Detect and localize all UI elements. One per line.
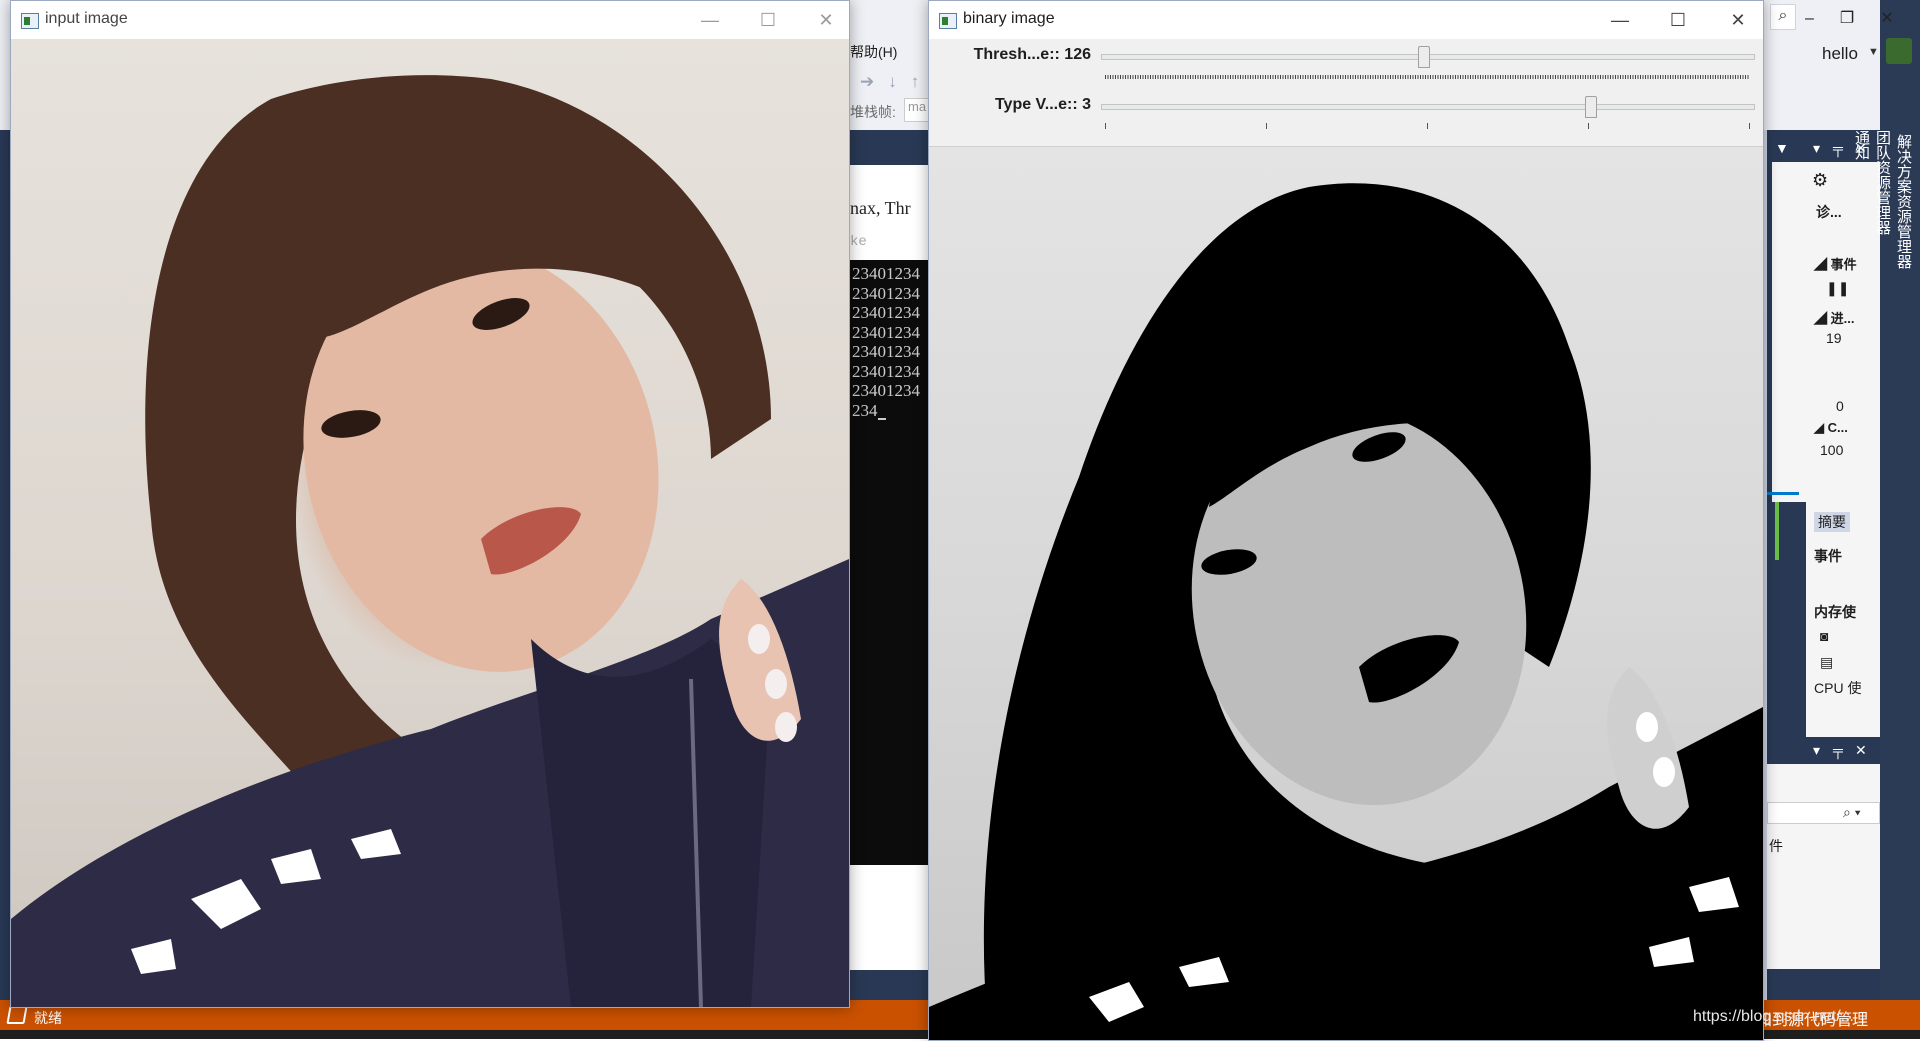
summary-memory-label: 内存使 xyxy=(1814,604,1856,620)
search-icon[interactable]: ⌕ ▾ xyxy=(1843,804,1861,821)
vs-search-icon[interactable]: ⌕ xyxy=(1770,4,1796,30)
threshold-trackbar-ticks xyxy=(1105,75,1749,79)
maximize-button[interactable]: ☐ xyxy=(1655,1,1701,39)
vs-debug-toolbar-icons[interactable]: ➔↓↑ xyxy=(860,72,933,92)
panel-menu-icon[interactable]: ▾ xyxy=(1813,742,1820,759)
binary-window-title: binary image xyxy=(963,10,1055,27)
tab-summary[interactable]: 摘要 xyxy=(1814,512,1850,532)
console-line: 23401234 xyxy=(852,381,920,400)
vs-editor-fragment-lower xyxy=(850,865,930,970)
fingernail xyxy=(775,712,797,742)
trackbar-tick xyxy=(1105,123,1106,129)
cpu-value-top: 100 xyxy=(1820,442,1844,458)
input-window-titlebar[interactable]: input image — ☐ ✕ xyxy=(11,1,849,39)
console-window: 23401234 23401234 23401234 23401234 2340… xyxy=(850,260,930,865)
close-button[interactable]: ✕ xyxy=(1715,1,1761,39)
vs-left-edge xyxy=(0,130,10,1000)
window-app-icon xyxy=(21,13,39,29)
panel-menu-icon[interactable]: ▾ xyxy=(1813,140,1820,157)
console-line: 23401234 xyxy=(852,322,920,342)
type-trackbar-label: Type V...e:: 3 xyxy=(994,96,1091,113)
maximize-button[interactable]: ☐ xyxy=(745,1,791,39)
pin-icon[interactable]: ╤ xyxy=(1833,742,1843,758)
console-last-line: 234 xyxy=(852,400,878,420)
console-line: 234 xyxy=(850,400,930,420)
threshold-trackbar-thumb[interactable] xyxy=(1418,46,1431,68)
pin-icon[interactable]: ╤ xyxy=(1833,140,1843,156)
cpu-section-header[interactable]: ◢ C... xyxy=(1814,420,1920,436)
input-photo-shapes xyxy=(11,75,849,1007)
trackbar-tick xyxy=(1749,123,1750,129)
vs-code-fragment: nax, Thr xyxy=(850,198,911,218)
minimize-button[interactable]: — xyxy=(1597,1,1643,39)
window-app-icon xyxy=(939,13,957,29)
vs-stack-frame-label: 堆栈帧: xyxy=(850,104,896,120)
threshold-trackbar-label: Thresh...e:: 126 xyxy=(973,46,1091,63)
status-text: 就绪 xyxy=(34,1010,62,1026)
lower-tool-panel-header[interactable]: ▾ ╤ ✕ xyxy=(1767,740,1880,764)
status-icon xyxy=(6,1006,28,1024)
binary-image-window[interactable]: binary image — ☐ ✕ Thresh...e:: 126 Type… xyxy=(928,0,1764,1041)
input-image-window[interactable]: input image — ☐ ✕ xyxy=(10,0,850,1008)
vs-user-name[interactable]: hello xyxy=(1822,44,1858,64)
input-photo xyxy=(11,39,849,1007)
tab-team-explorer[interactable]: 团队资源管理器 xyxy=(1872,130,1893,269)
console-line: 23401234 xyxy=(852,342,920,361)
vs-vertical-tool-tabs: 解决方案资源管理器 团队资源管理器 通知 xyxy=(1853,130,1914,281)
trackbar-tick xyxy=(1427,123,1428,129)
fingernail xyxy=(748,624,770,654)
minimize-button[interactable]: — xyxy=(687,1,733,39)
type-trackbar-track[interactable] xyxy=(1101,104,1755,110)
vs-user-chevron-down-icon[interactable]: ▼ xyxy=(1868,46,1879,58)
vs-menu-help[interactable]: 帮助(H) xyxy=(850,42,897,62)
trackbar-panel: Thresh...e:: 126 Type V...e:: 3 xyxy=(929,39,1763,147)
pause-icon[interactable]: ❚❚ xyxy=(1826,280,1920,297)
fingernail xyxy=(765,669,787,699)
binary-window-titlebar[interactable]: binary image — ☐ ✕ xyxy=(929,1,1763,39)
close-button[interactable]: ✕ xyxy=(803,1,849,39)
diagnostic-summary-panel: 摘要 事件 内存使 ◙ ▤ CPU 使 xyxy=(1806,502,1880,737)
summary-events-label: 事件 xyxy=(1814,548,1842,564)
console-line: 23401234 xyxy=(852,303,920,322)
type-trackbar-ticks xyxy=(1105,123,1750,129)
process-value-top: 19 xyxy=(1826,330,1842,346)
trackbar-tick xyxy=(1588,123,1589,129)
lower-panel-search-input[interactable] xyxy=(1767,802,1880,824)
watermark-text: https://blog.csdn.net/... xyxy=(1693,1008,1854,1025)
close-icon[interactable]: ✕ xyxy=(1855,742,1867,759)
vs-console-title-fragment: ke xyxy=(850,234,867,250)
dropdown-chevron-icon[interactable]: ▼ xyxy=(1775,140,1789,156)
binary-photo-shapes xyxy=(929,183,1763,1040)
input-window-title: input image xyxy=(45,10,128,27)
vs-progress-line xyxy=(1767,492,1799,495)
camera-icon[interactable]: ◙ xyxy=(1820,628,1828,644)
console-cursor xyxy=(877,418,886,420)
vs-user-avatar[interactable] xyxy=(1886,38,1912,64)
trackbar-tick xyxy=(1266,123,1267,129)
console-line: 23401234 xyxy=(852,264,920,283)
lower-tool-panel: ⌕ ▾ 件 xyxy=(1767,764,1880,969)
vs-window-controls[interactable]: –❐✕ xyxy=(1805,8,1920,28)
memory-chart-icon[interactable]: ▤ xyxy=(1820,654,1833,671)
process-section-header[interactable]: ◢ 进... xyxy=(1814,308,1920,327)
binary-fingernail xyxy=(1636,712,1658,742)
type-trackbar-thumb[interactable] xyxy=(1585,96,1597,118)
process-value-bottom: 0 xyxy=(1836,398,1844,414)
console-line: 23401234 xyxy=(852,361,920,381)
tab-notifications[interactable]: 通知 xyxy=(1851,130,1872,269)
lower-panel-label: 件 xyxy=(1769,838,1783,854)
binary-fingernail xyxy=(1653,757,1675,787)
binary-photo xyxy=(929,147,1763,1040)
tab-solution-explorer[interactable]: 解决方案资源管理器 xyxy=(1893,134,1914,269)
summary-cpu-label: CPU 使 xyxy=(1814,680,1862,696)
console-line: 23401234 xyxy=(852,283,920,303)
